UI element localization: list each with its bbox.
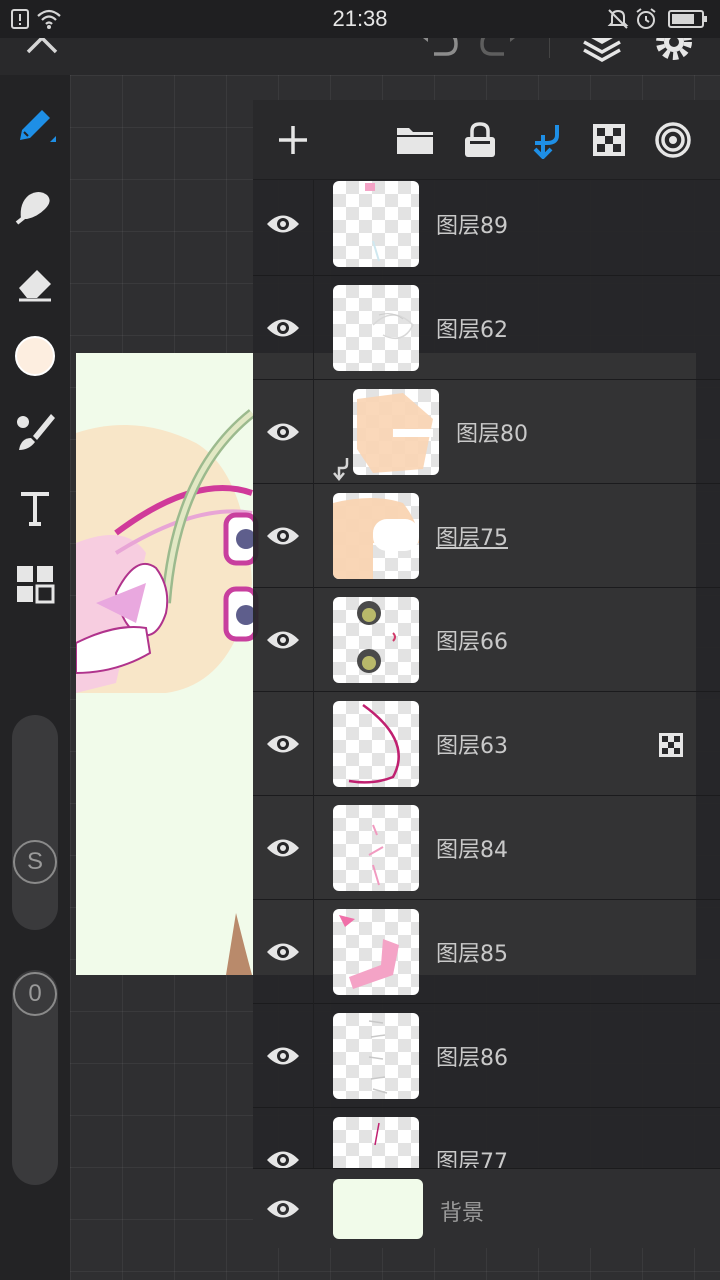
layer-thumbnail [353,389,439,475]
background-layer-row[interactable]: 背景 [253,1168,720,1248]
layer-name: 图层84 [436,838,508,863]
folder-icon[interactable] [393,118,437,162]
text-icon[interactable] [10,483,60,533]
layer-thumbnail [333,1117,419,1168]
blend-mode-icon[interactable] [651,118,695,162]
eye-icon[interactable] [263,306,303,350]
eye-icon[interactable] [263,1187,303,1231]
layer-thumbnail [333,909,419,995]
layer-row[interactable]: 图层84 [253,796,720,900]
layer-name: 图层77 [436,1150,508,1168]
brush-size-slider[interactable] [12,715,58,930]
layer-thumbnail [333,181,419,267]
wifi-icon [36,8,62,34]
eye-icon[interactable] [263,1138,303,1168]
layer-row[interactable]: 图层66 [253,588,720,692]
layer-name: 图层66 [436,630,508,655]
layer-row[interactable]: 图层89 [253,180,720,276]
lock-icon[interactable] [458,118,502,162]
pen-icon[interactable] [10,100,60,150]
layer-thumbnail [333,285,419,371]
opacity-knob[interactable]: 0 [13,972,57,1016]
layer-row[interactable]: 图层86 [253,1004,720,1108]
eye-icon[interactable] [263,722,303,766]
alarm-icon [634,7,658,35]
eye-icon[interactable] [263,1034,303,1078]
layer-list[interactable]: 图层89 图层62 图层80 图层75 图层66 图层63 图层84 图层85 … [253,180,720,1168]
layer-thumbnail [333,1013,419,1099]
color-swatch[interactable] [10,331,60,381]
layer-name: 图层62 [436,318,508,343]
layer-name: 图层86 [436,1046,508,1071]
layer-thumbnail [333,597,419,683]
layers-panel: 图层89 图层62 图层80 图层75 图层66 图层63 图层84 图层85 … [253,100,720,1248]
background-color-swatch[interactable] [333,1179,423,1239]
layer-name: 图层75 [436,526,508,551]
clipping-mask-icon[interactable] [523,118,567,162]
status-time: 21:38 [332,6,388,31]
eye-icon[interactable] [263,514,303,558]
layer-name: 图层85 [436,942,508,967]
clip-indicator-icon [331,456,351,486]
layer-row[interactable]: 图层63 [253,692,720,796]
layer-thumbnail [333,805,419,891]
layer-row[interactable]: 图层62 [253,276,720,380]
eye-icon[interactable] [263,202,303,246]
mute-icon [606,7,630,35]
eraser-icon[interactable] [10,257,60,307]
brush-icon[interactable] [10,407,60,457]
background-layer-name: 背景 [440,1201,485,1226]
eye-icon[interactable] [263,410,303,454]
layer-row[interactable]: 图层77 [253,1108,720,1168]
grid-icon[interactable] [10,559,60,609]
layer-thumbnail [333,701,419,787]
layer-name: 图层80 [456,422,528,447]
brush-size-knob[interactable]: S [13,840,57,884]
notification-icon [10,8,32,34]
eye-icon[interactable] [263,618,303,662]
battery-icon [668,9,710,33]
status-bar: 21:38 [0,0,720,38]
alpha-lock-icon[interactable] [587,118,631,162]
layer-row[interactable]: 图层80 [253,380,720,484]
left-toolbar: S 0 [0,75,70,1280]
smudge-icon[interactable] [10,180,60,230]
layer-thumbnail [333,493,419,579]
layer-row[interactable]: 图层85 [253,900,720,1004]
alpha-lock-badge-icon [658,732,684,758]
layer-row-selected[interactable]: 图层75 [253,484,720,588]
layer-name: 图层63 [436,734,508,759]
eye-icon[interactable] [263,826,303,870]
layer-name: 图层89 [436,214,508,239]
eye-icon[interactable] [263,930,303,974]
layers-toolbar [253,100,720,180]
add-layer-icon[interactable] [271,118,315,162]
